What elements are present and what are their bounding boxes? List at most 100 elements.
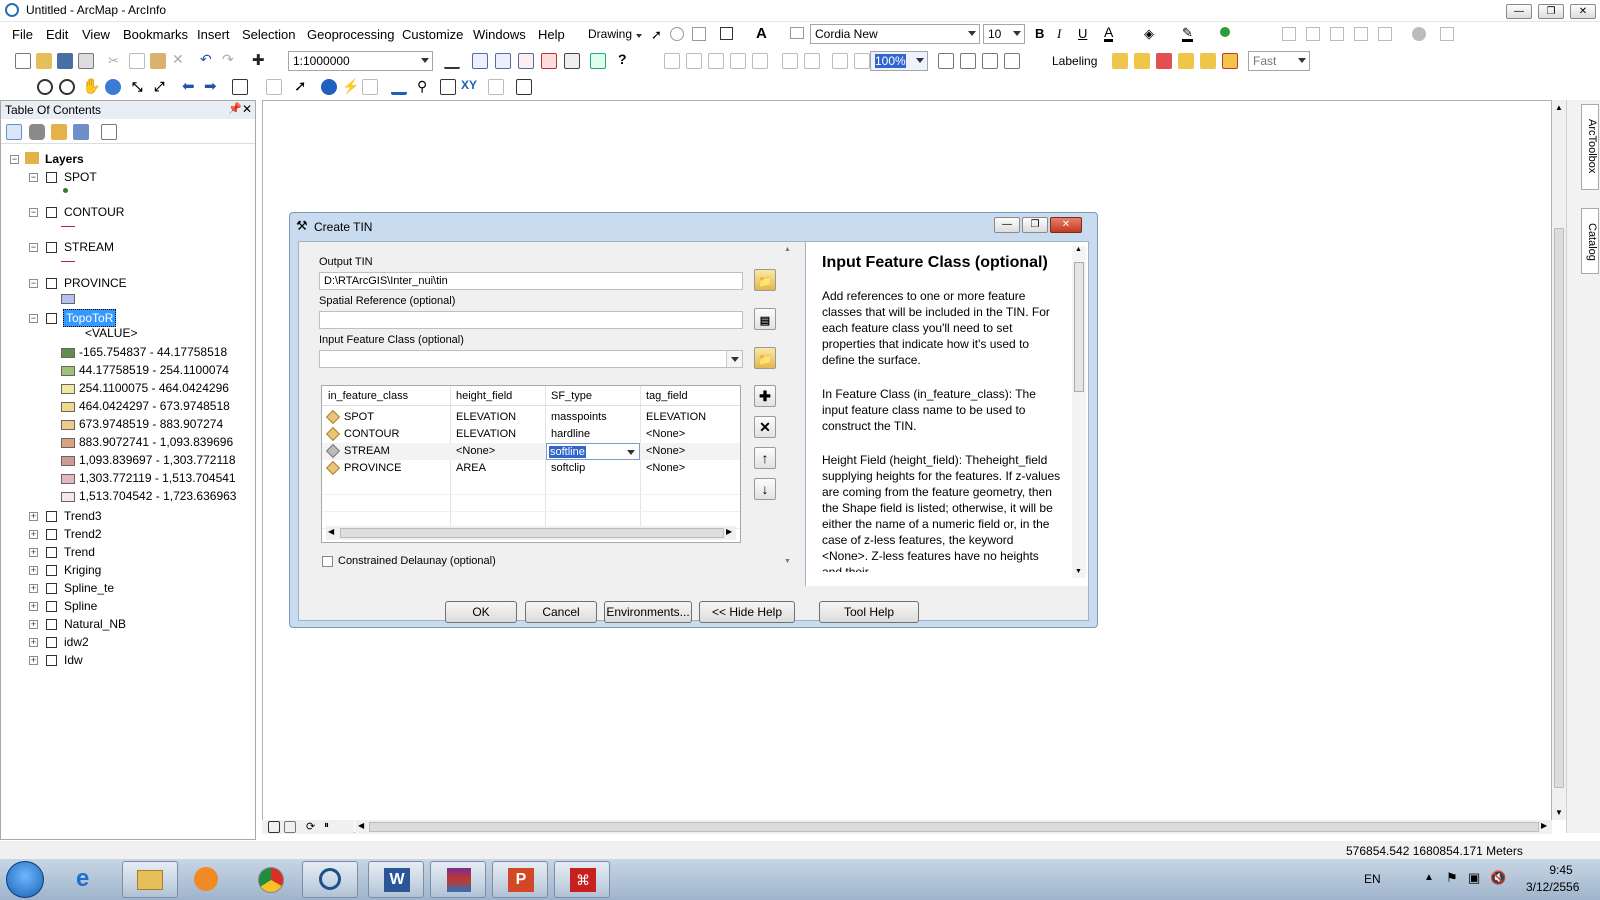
menu-view[interactable]: View [82, 27, 110, 42]
table-cell[interactable]: STREAM [344, 445, 390, 457]
copy-icon[interactable] [129, 53, 145, 69]
layer-expand-icon[interactable]: + [29, 656, 38, 665]
table-cell[interactable]: hardline [551, 428, 590, 440]
clock-date[interactable]: 3/12/2556 [1526, 880, 1579, 894]
move-up-button[interactable]: ↑ [754, 447, 776, 469]
full-extent-icon[interactable] [105, 79, 121, 95]
layer-kriging[interactable]: Kriging [64, 563, 101, 577]
line-tool-icon[interactable] [1378, 27, 1392, 41]
menu-insert[interactable]: Insert [197, 27, 230, 42]
scroll-left-icon[interactable]: ◀ [358, 821, 364, 830]
help-scrollbar[interactable]: ▲ ▼ [1072, 246, 1086, 578]
layer-contour[interactable]: CONTOUR [64, 205, 124, 219]
acrobat-taskbar-icon[interactable]: ⌘ [554, 861, 610, 898]
constrained-delaunay-checkbox[interactable] [322, 556, 333, 567]
layer-expand-icon[interactable]: + [29, 602, 38, 611]
winrar-taskbar-icon[interactable] [430, 861, 486, 898]
layout-view-button[interactable] [284, 821, 296, 833]
table-cell[interactable]: AREA [456, 462, 486, 474]
hscroll-thumb[interactable] [369, 822, 1539, 832]
layer-stream[interactable]: STREAM [64, 240, 114, 254]
zoom-whole-icon[interactable] [730, 53, 746, 69]
menu-edit[interactable]: Edit [46, 27, 68, 42]
fixed-zoom-out-icon[interactable] [804, 53, 820, 69]
redo-icon[interactable]: ↷ [222, 51, 238, 67]
table-cell[interactable]: masspoints [551, 411, 607, 423]
table-cell[interactable]: <None> [456, 445, 495, 457]
select-features-icon[interactable] [232, 79, 248, 95]
italic-button[interactable]: I [1057, 26, 1061, 42]
media-player-taskbar-icon[interactable] [180, 861, 236, 898]
go-forward-extent-icon[interactable] [854, 53, 870, 69]
parameters-scrollbar[interactable]: ▲ ▼ [782, 246, 794, 568]
label-manager-icon[interactable] [1112, 53, 1128, 69]
show-hidden-icons[interactable]: ▲ [1424, 872, 1434, 883]
layer-province[interactable]: PROVINCE [64, 276, 127, 290]
table-cell[interactable]: <None> [646, 445, 685, 457]
arctoolbox-tab[interactable]: ArcToolbox [1581, 104, 1599, 190]
map-scale-select[interactable]: 1:1000000 [288, 51, 433, 71]
python-window-icon[interactable] [564, 53, 580, 69]
edit-vertices-icon[interactable] [1282, 27, 1296, 41]
menu-bookmarks[interactable]: Bookmarks [123, 27, 188, 42]
dialog-maximize-button[interactable]: ❐ [1022, 217, 1048, 233]
layer-expand-icon[interactable]: + [29, 512, 38, 521]
col-header-height-field[interactable]: height_field [456, 390, 512, 402]
back-extent-icon[interactable]: ⬅ [182, 77, 198, 95]
layer-visibility-checkbox[interactable] [46, 583, 57, 594]
menu-geoprocessing[interactable]: Geoprocessing [307, 27, 394, 42]
scroll-down-icon[interactable]: ▼ [1555, 808, 1563, 817]
html-popup-icon[interactable] [362, 79, 378, 95]
layer-spot[interactable]: SPOT [64, 170, 97, 184]
layer-expand-icon[interactable]: + [29, 548, 38, 557]
go-to-xy-icon[interactable]: XY [461, 78, 477, 94]
delete-icon[interactable]: ✕ [172, 51, 188, 67]
pan-icon[interactable]: ✋ [82, 77, 101, 95]
layer-visibility-checkbox[interactable] [46, 565, 57, 576]
help-scroll-thumb[interactable] [1074, 262, 1084, 392]
menu-windows[interactable]: Windows [473, 27, 526, 42]
sf-type-editor-select[interactable]: softline [546, 443, 640, 460]
stream-visibility-checkbox[interactable] [46, 242, 57, 253]
input-feature-class-select[interactable] [319, 350, 743, 368]
pan-layout-icon[interactable] [708, 53, 724, 69]
map-horizontal-scrollbar[interactable]: ◀ ▶ [355, 820, 1552, 834]
layer-trend[interactable]: Trend [64, 545, 95, 559]
menu-help[interactable]: Help [538, 27, 565, 42]
layer-visibility-checkbox[interactable] [46, 619, 57, 630]
find-route-icon[interactable] [440, 79, 456, 95]
stream-collapse-icon[interactable]: − [29, 243, 38, 252]
hide-help-button[interactable]: << Hide Help [699, 601, 795, 623]
rectangle-icon[interactable] [720, 27, 733, 40]
scroll-right-icon[interactable]: ▶ [1541, 821, 1547, 830]
go-back-extent-icon[interactable] [832, 53, 848, 69]
zoom-out-icon[interactable] [59, 79, 75, 95]
forward-extent-icon[interactable]: ➡ [204, 77, 220, 95]
layers-collapse-icon[interactable]: − [10, 155, 19, 164]
model-builder-icon[interactable] [590, 53, 606, 69]
layer-idw[interactable]: Idw [64, 653, 83, 667]
drawing-menu[interactable]: Drawing [588, 27, 632, 41]
hyperlink-icon[interactable]: ⚡ [342, 78, 359, 94]
input-fc-dropdown-icon[interactable] [726, 351, 742, 367]
chrome-taskbar-icon[interactable] [244, 861, 300, 898]
catalog-tab[interactable]: Catalog [1581, 208, 1599, 274]
list-by-selection-icon[interactable] [73, 124, 89, 140]
view-unplaced-icon[interactable] [1200, 53, 1216, 69]
province-visibility-checkbox[interactable] [46, 278, 57, 289]
bold-button[interactable]: B [1035, 26, 1044, 41]
tool-help-button[interactable]: Tool Help [819, 601, 919, 623]
toc-close-icon[interactable]: ✕ [242, 102, 252, 116]
trace-icon[interactable] [1354, 27, 1368, 41]
zoom-whole-page-icon[interactable] [692, 27, 706, 41]
table-scroll-right-icon[interactable]: ▶ [726, 527, 732, 536]
table-cell[interactable]: CONTOUR [344, 428, 399, 440]
table-cell[interactable]: ELEVATION [456, 411, 516, 423]
table-cell[interactable]: PROVINCE [344, 462, 401, 474]
print-icon[interactable] [78, 53, 94, 69]
spot-collapse-icon[interactable]: − [29, 173, 38, 182]
marker-color-icon[interactable] [1220, 27, 1230, 37]
contour-collapse-icon[interactable]: − [29, 208, 38, 217]
table-cell[interactable]: ELEVATION [646, 411, 706, 423]
col-header-tag-field[interactable]: tag_field [646, 390, 688, 402]
